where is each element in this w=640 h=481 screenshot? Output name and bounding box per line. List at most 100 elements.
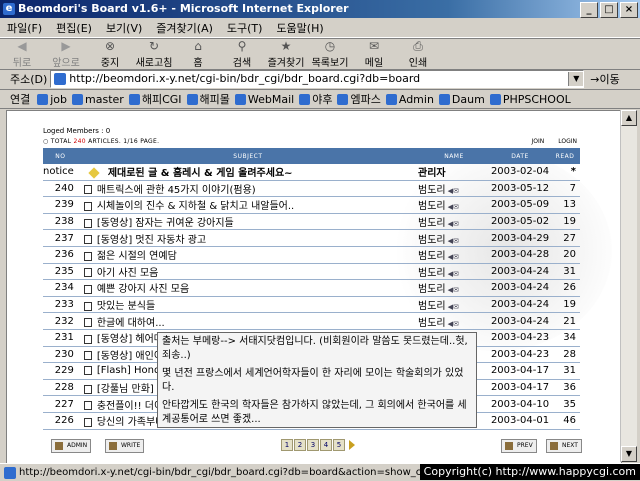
row-subject[interactable]: 당신의 가족부터 [97, 417, 165, 428]
go-button[interactable]: →이동 [590, 71, 619, 87]
link-item[interactable]: Admin [385, 93, 434, 106]
row-subject[interactable]: 아기 사진 모음 [97, 268, 159, 279]
link-item[interactable]: 해피몰 [186, 91, 230, 107]
mail-icon[interactable]: ◀✉ [448, 320, 459, 328]
address-dropdown-icon[interactable]: ▼ [568, 72, 584, 86]
row-subject[interactable]: 맛있는 분식들 [97, 301, 155, 312]
menu-view[interactable]: 보기(V) [99, 20, 149, 36]
row-subject[interactable]: [동영상] 멋진 자동차 광고 [97, 235, 206, 246]
refresh-button[interactable]: ↻ 새로고침 [132, 39, 176, 69]
row-subject[interactable]: 한글에 대하여... [97, 318, 165, 329]
table-row[interactable]: 233 맛있는 분식들 범도리 ◀✉ 2003-04-24 19 [43, 296, 580, 314]
row-read-count: 35 [550, 395, 580, 413]
document-icon [83, 201, 92, 211]
menu-edit[interactable]: 편집(E) [49, 20, 99, 36]
minimize-button[interactable]: _ [580, 2, 598, 18]
close-button[interactable]: × [620, 2, 638, 18]
mail-icon[interactable]: ◀✉ [448, 203, 459, 211]
mail-icon[interactable]: ◀✉ [448, 303, 459, 311]
row-subject[interactable]: [동영상] 애인이 [97, 351, 163, 362]
row-number: 226 [43, 412, 78, 430]
notice-subject[interactable]: 제대로된 글 & 홈레시 & 게임 올려주세요~ [108, 168, 293, 179]
notice-row[interactable]: notice 제대로된 글 & 홈레시 & 게임 올려주세요~ 관리자 2003… [43, 164, 580, 181]
page-1[interactable]: 1 [281, 439, 293, 451]
table-row[interactable]: 234 예쁜 강아지 사진 모음 범도리 ◀✉ 2003-04-24 26 [43, 279, 580, 297]
row-date: 2003-04-23 [490, 329, 550, 347]
forward-button[interactable]: ▶ 앞으로 [44, 39, 88, 69]
link-item[interactable]: WebMail [234, 93, 294, 106]
next-button[interactable]: NEXT [546, 439, 582, 453]
ie-logo-icon: e [3, 3, 15, 15]
prev-button[interactable]: PREV [501, 439, 537, 453]
table-row[interactable]: 239 시체놀이의 진수 & 지하철 & 닭치고 내알들어.. 범도리 ◀✉ 2003-… [43, 196, 580, 214]
document-icon [83, 401, 92, 411]
mail-icon[interactable]: ◀✉ [448, 286, 459, 294]
print-button[interactable]: ⎙ 인쇄 [396, 39, 440, 69]
search-button[interactable]: ⚲ 검색 [220, 39, 264, 69]
table-row[interactable]: 237 [동영상] 멋진 자동차 광고 범도리 ◀✉ 2003-04-29 27 [43, 229, 580, 247]
link-page-icon [299, 93, 311, 105]
row-subject[interactable]: 매트릭스에 관한 45가지 이야기(펌용) [97, 185, 256, 196]
board-footer: ADMIN WRITE 1 2 3 4 5 PREV NEXT [43, 439, 582, 453]
row-subject[interactable]: [동영상] 잠자는 귀여운 강아지들 [97, 218, 234, 229]
row-subject[interactable]: [강풀님 만화] 신 [97, 384, 166, 395]
row-date: 2003-04-10 [490, 395, 550, 413]
row-author: 범도리 [418, 201, 446, 213]
back-button[interactable]: ◀ 뒤로 [0, 39, 44, 69]
mail-icon[interactable]: ◀✉ [448, 187, 459, 195]
row-subject[interactable]: 젊은 시절의 연예담 [97, 251, 177, 262]
menu-favorites[interactable]: 즐겨찾기(A) [149, 20, 220, 36]
page-2[interactable]: 2 [294, 439, 306, 451]
table-row[interactable]: 232 한글에 대하여... 범도리 ◀✉ 2003-04-24 21 [43, 312, 580, 330]
row-subject[interactable]: 예쁜 강아지 사진 모음 [97, 284, 189, 295]
next-pages-icon[interactable] [349, 440, 355, 450]
link-item[interactable]: Daum [438, 93, 485, 106]
link-item[interactable]: 해피CGI [128, 91, 182, 107]
menu-tools[interactable]: 도구(T) [220, 20, 270, 36]
row-date: 2003-05-09 [490, 196, 550, 214]
vertical-scrollbar[interactable]: ▲ ▼ [620, 110, 637, 462]
link-item[interactable]: PHPSCHOOL [489, 93, 571, 106]
table-row[interactable]: 238 [동영상] 잠자는 귀여운 강아지들 범도리 ◀✉ 2003-05-02 19 [43, 213, 580, 231]
mail-icon[interactable]: ◀✉ [448, 253, 459, 261]
mail-button[interactable]: ✉ 메일 [352, 39, 396, 69]
link-item[interactable]: job [37, 93, 67, 106]
address-input[interactable]: http://beomdori.x-y.net/cgi-bin/bdr_cgi/… [50, 70, 585, 88]
stop-button[interactable]: ⊗ 중지 [88, 39, 132, 69]
link-item[interactable]: 엠파스 [337, 91, 381, 107]
forward-arrow-icon: ▶ [61, 39, 71, 53]
links-label: 연결 [10, 93, 31, 106]
table-row[interactable]: 240 매트릭스에 관한 45가지 이야기(펌용) 범도리 ◀✉ 2003-05-12 7 [43, 180, 580, 198]
scroll-down-icon[interactable]: ▼ [621, 446, 637, 462]
maximize-button[interactable]: □ [600, 2, 618, 18]
table-row[interactable]: 236 젊은 시절의 연예담 범도리 ◀✉ 2003-04-28 20 [43, 246, 580, 264]
document-icon [83, 251, 92, 261]
login-link[interactable]: LOGIN [558, 138, 577, 145]
page-3[interactable]: 3 [307, 439, 319, 451]
article-count: ○ TOTAL 240 ARTICLES. 1/16 PAGE. [43, 138, 160, 145]
link-item[interactable]: 야후 [299, 91, 332, 107]
admin-button[interactable]: ADMIN [51, 439, 92, 453]
row-read-count: 34 [550, 329, 580, 347]
mail-icon[interactable]: ◀✉ [448, 270, 459, 278]
page-5[interactable]: 5 [333, 439, 345, 451]
mail-icon[interactable]: ◀✉ [448, 237, 459, 245]
link-item[interactable]: master [72, 93, 124, 106]
scroll-up-icon[interactable]: ▲ [621, 110, 637, 126]
history-button[interactable]: ◷ 목록보기 [308, 39, 352, 69]
row-number: 229 [43, 362, 78, 380]
menu-file[interactable]: 파일(F) [0, 20, 49, 36]
document-icon [83, 235, 92, 245]
document-icon [83, 351, 92, 361]
page-4[interactable]: 4 [320, 439, 332, 451]
join-link[interactable]: JOIN [531, 138, 544, 145]
mail-icon[interactable]: ◀✉ [448, 220, 459, 228]
home-button[interactable]: ⌂ 홈 [176, 39, 220, 69]
page-icon [54, 73, 67, 85]
write-button[interactable]: WRITE [105, 439, 145, 453]
table-row[interactable]: 235 아기 사진 모음 범도리 ◀✉ 2003-04-24 31 [43, 263, 580, 281]
favorites-button[interactable]: ★ 즐겨찾기 [264, 39, 308, 69]
row-subject[interactable]: 시체놀이의 진수 & 지하철 & 닭치고 내알들어.. [97, 201, 294, 212]
link-page-icon [128, 93, 140, 105]
menu-help[interactable]: 도움말(H) [269, 20, 330, 36]
